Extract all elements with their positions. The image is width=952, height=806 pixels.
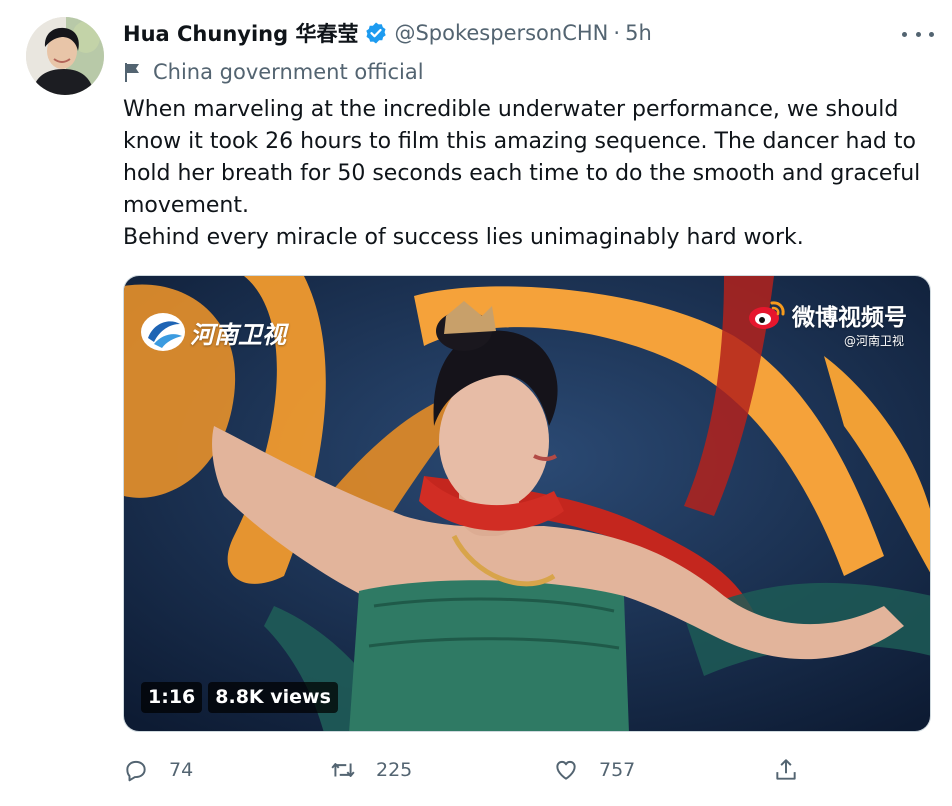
retweet-icon [331, 763, 355, 777]
account-label[interactable]: China government official [123, 58, 424, 86]
tweet-actions: 74 225 757 [123, 752, 813, 788]
reply-count: 74 [169, 759, 194, 781]
reply-button[interactable]: 74 [123, 752, 193, 788]
tweet-timestamp[interactable]: 5h [625, 21, 652, 45]
video-duration: 1:16 [141, 682, 203, 713]
tweet-card: Hua Chunying 华春莹 @SpokespersonCHN · 5h C… [0, 0, 952, 806]
video-badges: 1:16 8.8K views [141, 682, 344, 713]
video-views: 8.8K views [208, 682, 338, 713]
avatar[interactable] [26, 17, 104, 95]
weibo-watermark: 微博视频号 [748, 298, 907, 332]
tweet-text: When marveling at the incredible underwa… [123, 94, 933, 254]
reply-icon [126, 760, 146, 782]
share-button[interactable] [773, 752, 799, 788]
author-handle[interactable]: @SpokespersonCHN [394, 21, 608, 45]
tweet-text-paragraph: When marveling at the incredible underwa… [123, 97, 921, 218]
henan-tv-watermark: 河南卫视 [140, 312, 286, 352]
verified-badge-icon [364, 21, 388, 45]
tweet-header: Hua Chunying 华春莹 @SpokespersonCHN · 5h [123, 18, 652, 48]
account-label-text: China government official [153, 60, 424, 84]
avatar-image [26, 17, 104, 95]
weibo-sub-label: @河南卫视 [844, 334, 905, 348]
retweet-button[interactable]: 225 [330, 752, 412, 788]
author-name[interactable]: Hua Chunying 华春莹 [123, 18, 358, 48]
henan-tv-logo-icon [141, 313, 185, 351]
tweet-text-paragraph: Behind every miracle of success lies uni… [123, 225, 804, 250]
henan-tv-label: 河南卫视 [190, 319, 286, 349]
share-icon [776, 759, 796, 780]
like-button[interactable]: 757 [553, 752, 635, 788]
like-icon [556, 760, 576, 780]
header-separator: · [613, 21, 621, 45]
like-count: 757 [599, 759, 636, 781]
weibo-label: 微博视频号 [792, 305, 907, 331]
flag-icon [123, 61, 143, 83]
weibo-logo-icon [749, 301, 785, 329]
retweet-count: 225 [376, 759, 413, 781]
more-options-icon[interactable] [902, 26, 934, 42]
